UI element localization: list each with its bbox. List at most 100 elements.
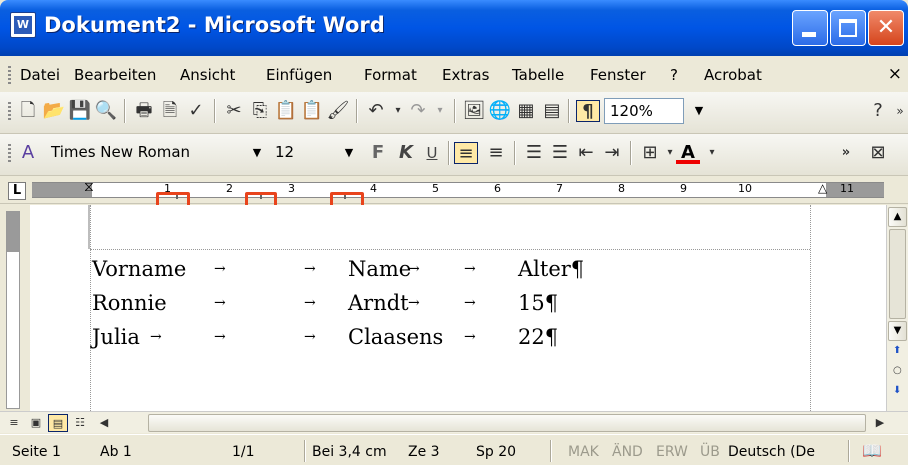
- save-icon[interactable]: 💾: [68, 100, 92, 122]
- paste-special-icon[interactable]: 📋: [300, 100, 324, 122]
- toolbar-options-icon[interactable]: »: [888, 100, 908, 122]
- scroll-right-icon[interactable]: ▶: [870, 414, 890, 432]
- align-left-icon[interactable]: ≡: [454, 142, 478, 164]
- styles-icon[interactable]: A: [16, 142, 40, 164]
- title-bar[interactable]: W Dokument2 - Microsoft Word ✕: [0, 0, 908, 56]
- menu-bearbeiten[interactable]: Bearbeiten: [74, 66, 156, 84]
- close-icon: ✕: [876, 15, 896, 40]
- font-name-dropdown-icon[interactable]: ▼: [248, 140, 266, 166]
- insert-table-icon[interactable]: ▤: [540, 100, 564, 122]
- zoom-dropdown-icon[interactable]: ▼: [690, 98, 708, 124]
- toolbar-grip[interactable]: [8, 144, 11, 164]
- normal-view-icon[interactable]: ≡: [4, 414, 24, 432]
- font-size-combobox[interactable]: 12: [270, 140, 334, 166]
- font-color-icon[interactable]: A: [676, 142, 700, 164]
- tab-arrow: →: [408, 261, 420, 277]
- decrease-indent-icon[interactable]: ⇤: [574, 142, 598, 164]
- increase-indent-icon[interactable]: ⇥: [600, 142, 624, 164]
- word-window: W Dokument2 - Microsoft Word ✕ Datei Bea…: [0, 0, 908, 465]
- acrobat-icon[interactable]: ⊠: [866, 142, 890, 164]
- redo-dropdown-icon[interactable]: ▾: [428, 100, 452, 122]
- separator: [448, 141, 450, 165]
- cell-vorname: Julia: [92, 325, 140, 349]
- menu-help[interactable]: ?: [670, 66, 678, 84]
- right-indent-marker[interactable]: △: [818, 181, 827, 195]
- spelling-icon[interactable]: ✓: [184, 100, 208, 122]
- font-name-combobox[interactable]: Times New Roman: [46, 140, 242, 166]
- new-document-icon[interactable]: 🗋: [16, 100, 40, 122]
- menu-ansicht[interactable]: Ansicht: [180, 66, 235, 84]
- vertical-scrollbar[interactable]: ▲ ▼ ⬆ ○ ⬇: [886, 205, 908, 411]
- toolbar-grip[interactable]: [8, 66, 11, 86]
- tab-arrow: →: [214, 295, 226, 311]
- previous-page-icon[interactable]: ⬆: [893, 345, 901, 356]
- status-extend[interactable]: ERW: [656, 444, 688, 460]
- copy-icon[interactable]: ⎘: [248, 100, 272, 122]
- menu-tabelle[interactable]: Tabelle: [512, 66, 564, 84]
- status-overtype[interactable]: ÜB: [700, 444, 720, 460]
- menu-format[interactable]: Format: [364, 66, 417, 84]
- outline-view-icon[interactable]: ☷: [70, 414, 90, 432]
- tab-arrow: →: [214, 261, 226, 277]
- menu-datei[interactable]: Datei: [20, 66, 60, 84]
- cut-icon[interactable]: ✂: [222, 100, 246, 122]
- close-button[interactable]: ✕: [868, 10, 904, 46]
- ruler-number: 6: [494, 182, 501, 195]
- status-section: Ab 1: [100, 444, 132, 460]
- font-color-dropdown-icon[interactable]: ▾: [700, 142, 724, 164]
- permission-icon[interactable]: 🔍: [94, 100, 118, 122]
- tab-arrow: →: [214, 329, 226, 345]
- bullets-icon[interactable]: ☰: [548, 142, 572, 164]
- insert-chart-icon[interactable]: 🖼: [462, 100, 486, 122]
- print-preview-icon[interactable]: 🗎: [158, 100, 182, 122]
- scroll-left-icon[interactable]: ◀: [94, 414, 114, 432]
- menu-bar: Datei Bearbeiten Ansicht Einfügen Format…: [0, 58, 908, 92]
- close-document-icon[interactable]: ×: [888, 64, 902, 84]
- help-icon[interactable]: ?: [866, 100, 890, 122]
- toolbar-grip[interactable]: [8, 102, 11, 122]
- font-size-dropdown-icon[interactable]: ▼: [340, 140, 358, 166]
- status-macro-record[interactable]: MAK: [568, 444, 599, 460]
- undo-icon[interactable]: ↶: [364, 100, 388, 122]
- toolbar-options-icon[interactable]: »: [834, 142, 858, 164]
- print-icon[interactable]: 🖶: [132, 100, 156, 122]
- show-formatting-icon[interactable]: ¶: [576, 100, 600, 122]
- menu-fenster[interactable]: Fenster: [590, 66, 646, 84]
- maximize-button[interactable]: [830, 10, 866, 46]
- print-layout-icon[interactable]: ▤: [48, 414, 68, 432]
- redo-icon[interactable]: ↷: [406, 100, 430, 122]
- bold-button[interactable]: F: [366, 142, 390, 164]
- italic-button[interactable]: K: [394, 142, 418, 164]
- scroll-thumb[interactable]: [889, 229, 906, 319]
- scroll-down-button[interactable]: ▼: [888, 321, 907, 341]
- align-center-icon[interactable]: ≡: [484, 142, 508, 164]
- menu-einfuegen[interactable]: Einfügen: [266, 66, 332, 84]
- format-painter-icon[interactable]: 🖌: [326, 100, 350, 122]
- horizontal-scroll-thumb[interactable]: [148, 414, 866, 432]
- paste-icon[interactable]: 📋: [274, 100, 298, 122]
- first-line-indent-marker[interactable]: ⧖: [84, 179, 94, 195]
- scroll-up-button[interactable]: ▲: [888, 207, 907, 227]
- spelling-status-icon[interactable]: 📖: [862, 441, 882, 460]
- tab-selector[interactable]: L: [8, 182, 26, 200]
- vertical-ruler[interactable]: [0, 205, 30, 411]
- numbering-icon[interactable]: ☰: [522, 142, 546, 164]
- status-bar: Seite 1 Ab 1 1/1 Bei 3,4 cm Ze 3 Sp 20 M…: [0, 434, 908, 465]
- next-page-icon[interactable]: ⬇: [893, 385, 901, 396]
- tables-borders-icon[interactable]: ▦: [514, 100, 538, 122]
- menu-extras[interactable]: Extras: [442, 66, 489, 84]
- document-page[interactable]: Vorname → → Name → → Alter¶ Ronnie → → A…: [30, 205, 886, 411]
- ruler-number: 8: [618, 182, 625, 195]
- web-layout-icon[interactable]: ▣: [26, 414, 46, 432]
- zoom-combobox[interactable]: 120%: [604, 98, 684, 124]
- select-browse-object-icon[interactable]: ○: [893, 365, 902, 376]
- menu-acrobat[interactable]: Acrobat: [704, 66, 762, 84]
- open-folder-icon[interactable]: 📂: [42, 100, 66, 122]
- underline-button[interactable]: U: [420, 142, 444, 164]
- document-area[interactable]: Vorname → → Name → → Alter¶ Ronnie → → A…: [30, 205, 886, 411]
- status-language[interactable]: Deutsch (De: [728, 444, 815, 460]
- word-app-icon[interactable]: W: [10, 12, 36, 38]
- status-track-changes[interactable]: ÄND: [612, 444, 643, 460]
- hyperlink-icon[interactable]: 🌐: [488, 100, 512, 122]
- minimize-button[interactable]: [792, 10, 828, 46]
